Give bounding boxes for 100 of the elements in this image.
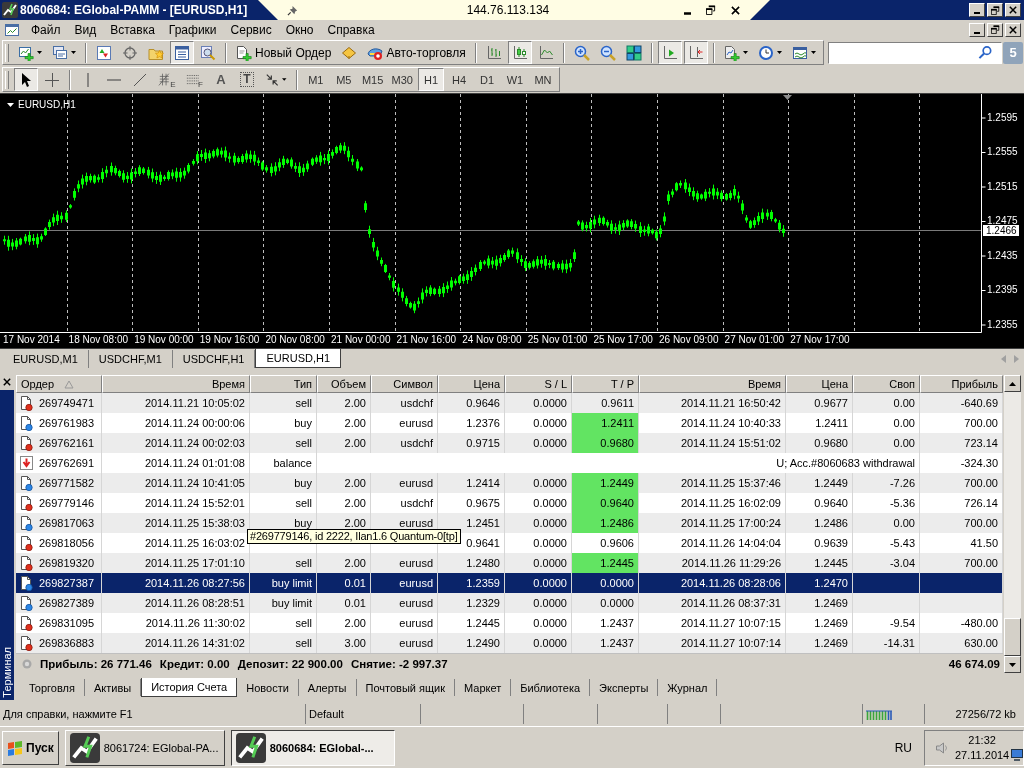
caret-icon [7, 102, 14, 107]
scroll-down-button[interactable] [1004, 656, 1021, 673]
fibonacci-tool-button[interactable]: E [153, 68, 180, 91]
clock-date[interactable]: 27.11.2014 [955, 747, 1010, 763]
table-row[interactable]: 269762161 2014.11.24 00:02:03 sell 2.00 usdchf 0.9715 0.0000 0.9680 2014.11.24 15:51:02 0.9680 0.00 723.14 [16, 433, 1003, 453]
menu-item[interactable]: Сервис [223, 21, 279, 38]
panel-tab[interactable]: Алерты [298, 679, 357, 696]
chart-shift-button[interactable] [683, 41, 708, 64]
search-field[interactable] [828, 41, 1002, 64]
chart-window-icon[interactable] [4, 21, 20, 38]
column-header[interactable]: Символ [371, 375, 438, 393]
restore-button[interactable] [987, 3, 1003, 17]
panel-tab[interactable]: Журнал [658, 679, 718, 696]
search-icon[interactable] [978, 45, 993, 60]
price-label: 1.2515 [987, 180, 1018, 193]
table-row[interactable]: 269771582 2014.11.24 10:41:05 buy 2.00 eurusd 1.2414 0.0000 1.2449 2014.11.25 15:37:46 1.2449 -7.26 700.00 [16, 473, 1003, 493]
menu-item[interactable]: Графики [161, 21, 224, 38]
table-row[interactable]: 269827389 2014.11.26 08:28:51 buy limit 0.01 eurusd 1.2329 0.0000 0.0000 2014.11.26 08:37:31 1.2469 [16, 593, 1003, 613]
monitor-icon[interactable] [1011, 748, 1023, 761]
chart-tab[interactable]: USDCHF,M1 [88, 350, 173, 368]
panel-tab[interactable]: Библиотека [511, 679, 591, 696]
table-cell-text: 269817063 [39, 516, 95, 531]
table-row[interactable]: 269827387 2014.11.26 08:27:56 buy limit 0.01 eurusd 1.2359 0.0000 0.0000 2014.11.26 08:28:06 1.2470 [16, 573, 1003, 593]
play-axes-icon [661, 44, 678, 61]
minimize-button[interactable] [969, 22, 985, 37]
table-cell-text: 269762691 [39, 456, 95, 471]
column-header[interactable]: Объем [317, 375, 371, 393]
taskbar-button[interactable]: 8061724: EGlobal-PA... [64, 729, 225, 766]
table-cell: 1.2486 [572, 513, 639, 533]
fibonacci-lines-tool-button[interactable]: F [181, 68, 207, 91]
current-price-label: 1.2466 [983, 225, 1019, 236]
panel-tab[interactable]: История Счета [141, 678, 238, 697]
zoom-out-icon [599, 44, 616, 61]
menu-item[interactable]: Вставка [103, 21, 162, 38]
scroll-up-button[interactable] [1004, 375, 1021, 392]
new-order-button[interactable]: Новый Ордер [232, 41, 336, 64]
timeframe-button[interactable]: H1 [418, 68, 444, 91]
timeframe-button[interactable]: MN [530, 68, 556, 91]
timeframe-button[interactable]: D1 [474, 68, 500, 91]
pin-icon[interactable] [287, 4, 298, 16]
table-row[interactable]: 269836883 2014.11.26 14:31:02 sell 3.00 eurusd 1.2490 0.0000 1.2437 2014.11.27 10:07:14 1.2469 -14.31 630.00 [16, 633, 1003, 653]
triangle-marker-icon[interactable] [783, 95, 792, 100]
restore-button[interactable] [987, 22, 1003, 37]
menu-item[interactable]: Вид [67, 21, 104, 38]
chart-tab[interactable]: EURUSD,M1 [3, 350, 89, 368]
panel-title: Терминал [1, 647, 13, 698]
chart-tab[interactable]: EURUSD,H1 [255, 349, 342, 368]
menu-item[interactable]: Файл [24, 21, 68, 38]
time-label: 25 Nov 01:00 [527, 334, 588, 346]
menu-item[interactable]: Окно [278, 21, 321, 38]
timeframe-button[interactable]: H4 [446, 68, 472, 91]
time-label: 27 Nov 01:00 [724, 334, 785, 346]
close-button[interactable] [1005, 22, 1021, 37]
time-label: 21 Nov 16:00 [396, 334, 457, 346]
start-button[interactable]: Пуск [2, 730, 59, 765]
panel-tab[interactable]: Торговля [20, 679, 85, 696]
menu-item[interactable]: Справка [320, 21, 382, 38]
panel-tab[interactable]: Эксперты [590, 679, 659, 696]
scrollbar-thumb[interactable] [1004, 618, 1021, 656]
column-header[interactable]: Своп [853, 375, 920, 393]
label-tool-button[interactable]: T [234, 68, 259, 91]
panel-tab[interactable]: Почтовый ящик [356, 679, 455, 696]
column-header[interactable]: Тип [250, 375, 317, 393]
table-cell-text: 269818056 [39, 536, 95, 551]
timeframe-button[interactable]: M15 [358, 68, 387, 91]
clock-time[interactable]: 21:32 [968, 732, 996, 748]
table-row[interactable]: 269749471 2014.11.21 10:05:02 sell 2.00 usdchf 0.9646 0.0000 0.9611 2014.11.21 16:50:42 0.9677 0.00 -640.69 [16, 393, 1003, 413]
wave-window-icon [791, 44, 808, 61]
cursor-tool-button[interactable] [13, 68, 38, 91]
timeframe-button[interactable]: M30 [388, 68, 416, 91]
panel-tab[interactable]: Новости [237, 679, 299, 696]
timeframe-button[interactable]: M5 [330, 68, 357, 91]
profile-name: Default [305, 704, 420, 724]
column-header[interactable]: Цена [786, 375, 853, 393]
timeframe-button[interactable]: M1 [302, 68, 329, 91]
timeframe-button[interactable]: W1 [502, 68, 528, 91]
restore-icon [706, 5, 716, 15]
column-header[interactable]: Цена [438, 375, 505, 393]
text-tool-button[interactable]: A [208, 68, 233, 91]
language-indicator[interactable]: RU [894, 740, 912, 755]
column-header[interactable]: Время [102, 375, 250, 393]
table-row[interactable]: 269819320 2014.11.25 17:01:10 sell 2.00 eurusd 1.2480 0.0000 1.2445 2014.11.26 11:29:26 1.2445 -3.04 700.00 [16, 553, 1003, 573]
scrollbar[interactable] [1004, 375, 1021, 673]
close-button[interactable] [1005, 3, 1021, 17]
panel-tab[interactable]: Маркет [455, 679, 512, 696]
column-header[interactable]: T / P [572, 375, 639, 393]
taskbar-button[interactable]: 8060684: EGlobal-... [230, 729, 395, 766]
table-row[interactable]: 269817063 2014.11.25 15:38:03 buy 2.00 eurusd 1.2451 0.0000 1.2486 2014.11.25 17:00:24 1.2486 0.00 700.00 [16, 513, 1003, 533]
restore-icon [990, 25, 1000, 34]
auto-scroll-button[interactable] [657, 41, 682, 64]
candle-chart-button[interactable] [507, 41, 532, 64]
arrows-icon [264, 71, 280, 88]
close-button[interactable] [0, 375, 14, 389]
column-header[interactable]: Время [639, 375, 786, 393]
terminal-button[interactable] [170, 41, 194, 64]
column-header[interactable]: Ордер [16, 375, 102, 393]
auto-trading-button[interactable]: Авто-торговля [363, 41, 470, 64]
column-header[interactable]: S / L [505, 375, 572, 393]
minimize-button[interactable] [969, 3, 985, 17]
column-header[interactable]: Прибыль [920, 375, 1003, 393]
